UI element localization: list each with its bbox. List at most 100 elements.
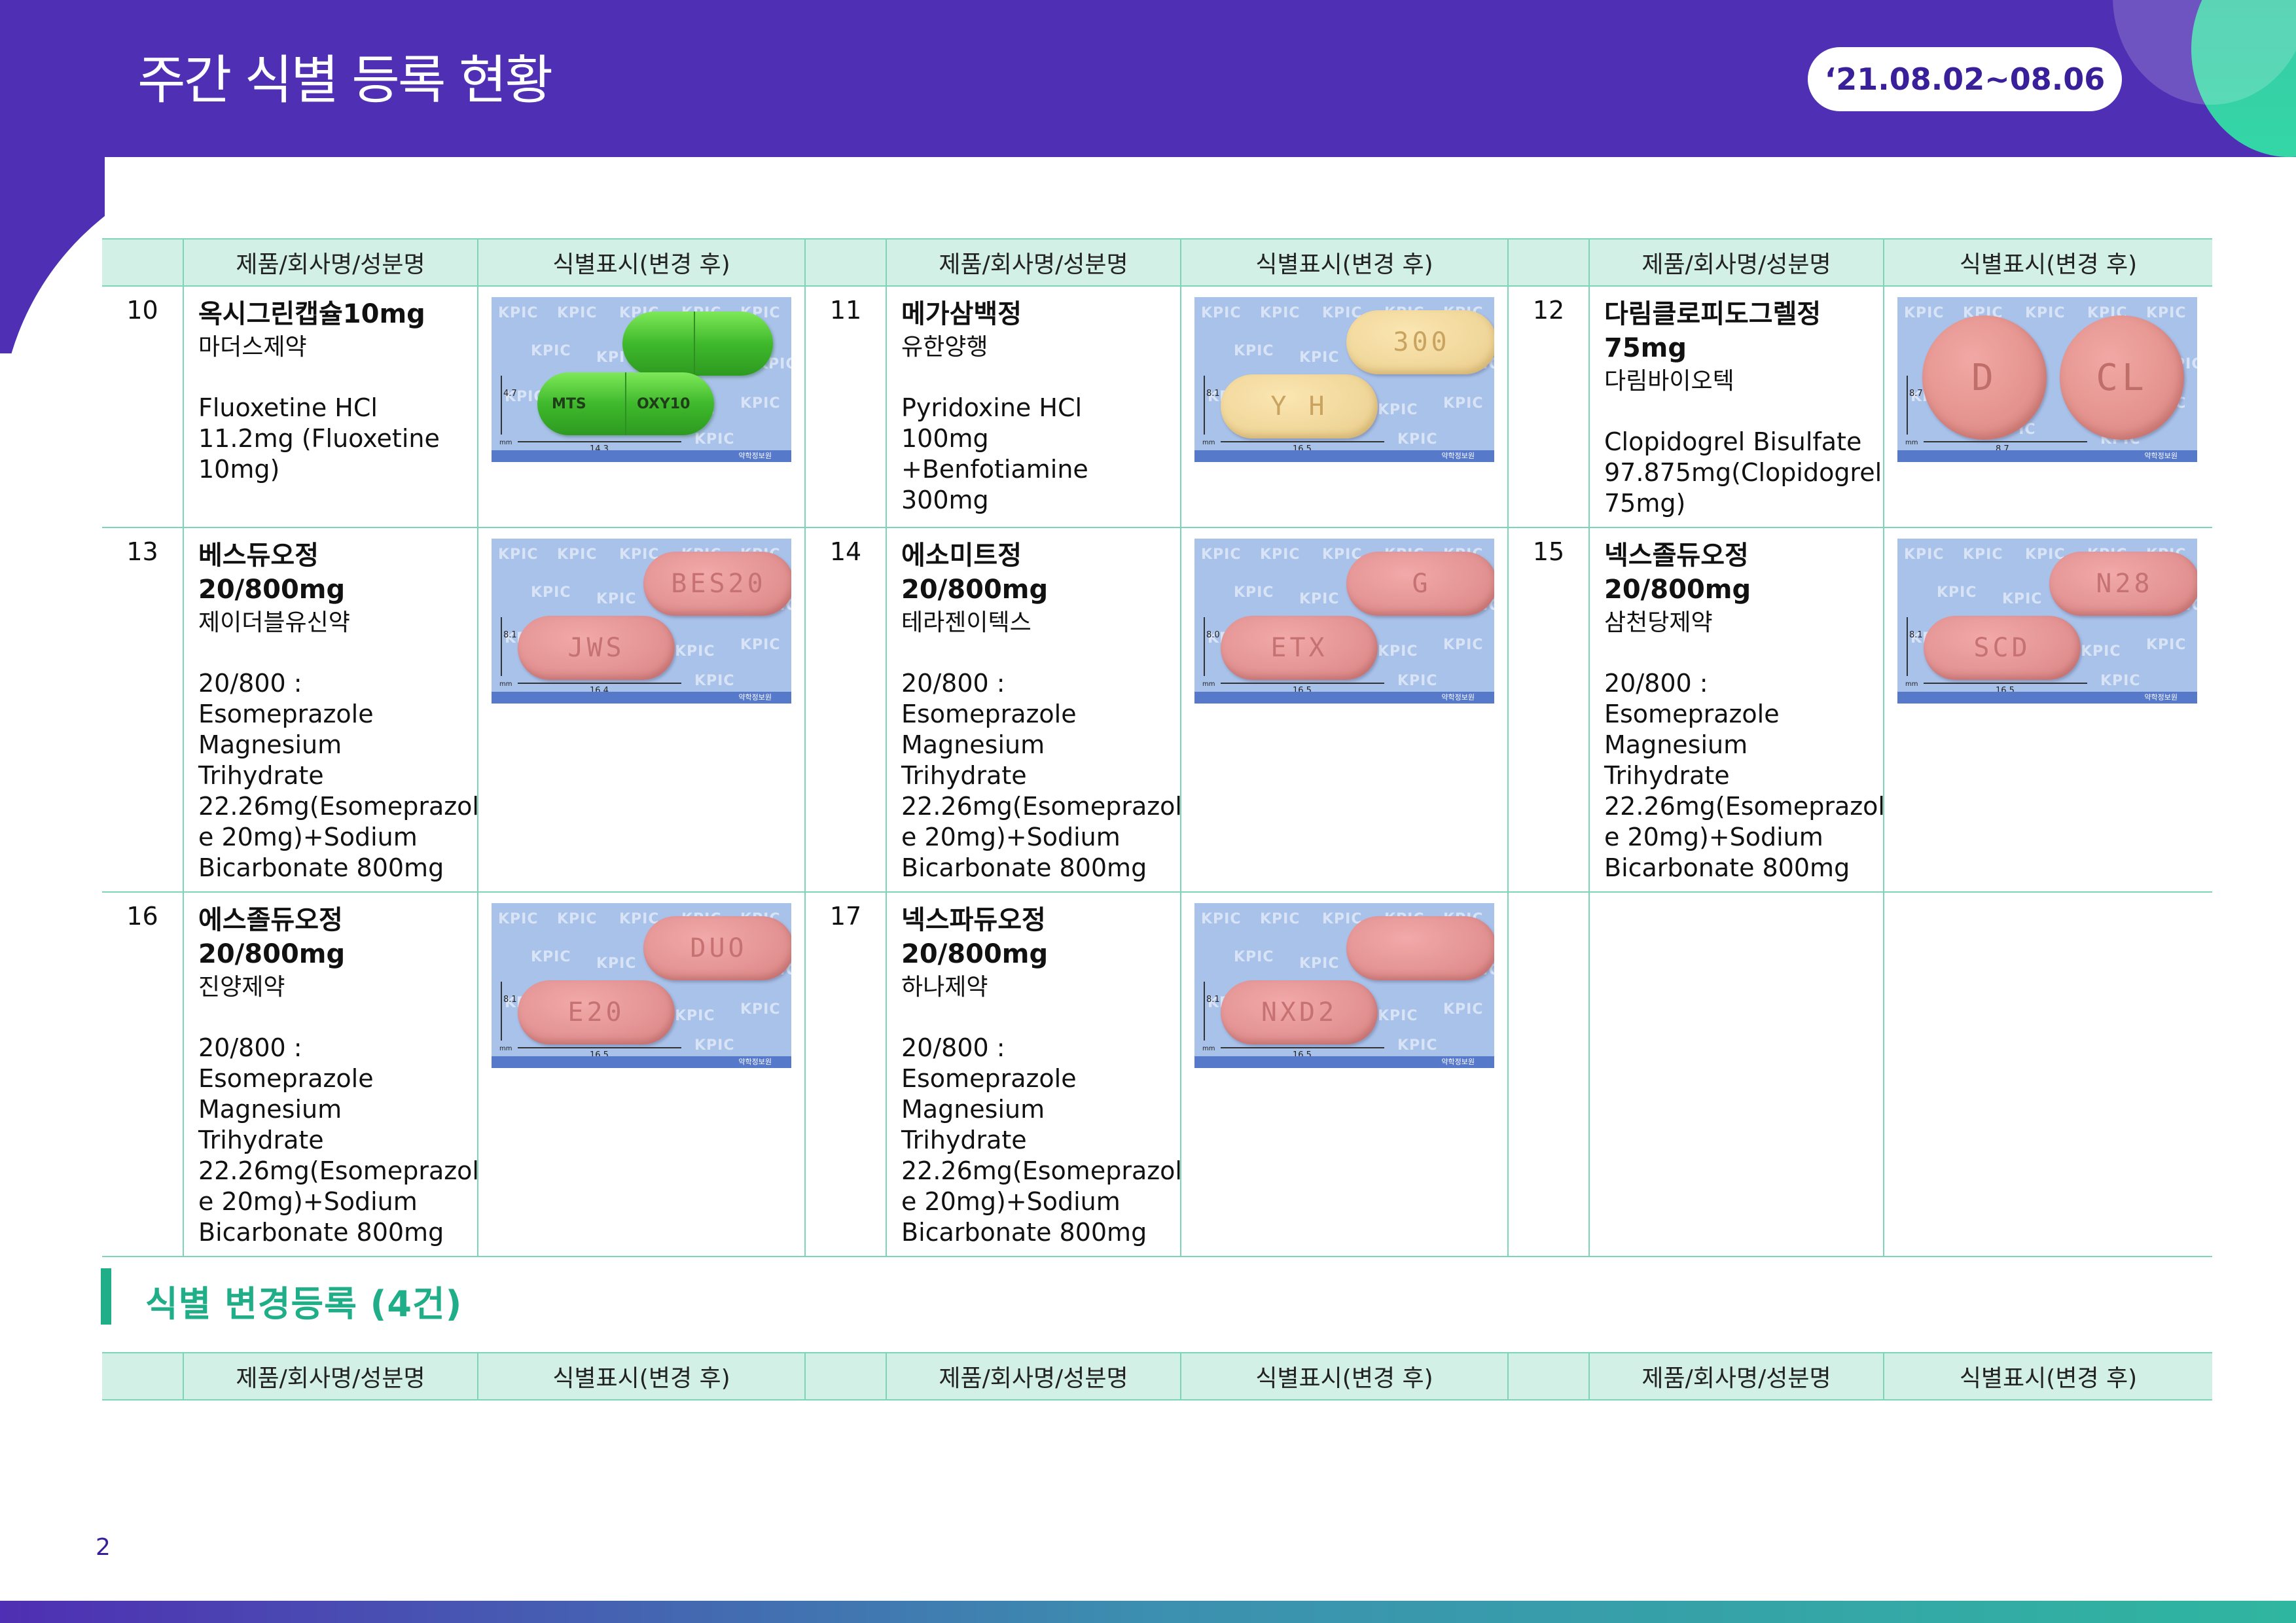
item-number: 15 — [1507, 527, 1590, 893]
ingredient-text: Clopidogrel Bisulfate 97.875mg(Clopidogr… — [1604, 427, 1882, 518]
tablet-back: 300 — [1346, 310, 1494, 374]
pill-image: KPICKPICKPICKPICKPICKPICKPICKPICKPICKPIC… — [492, 297, 791, 462]
watermark-text: KPIC — [675, 1008, 715, 1024]
watermark-text: KPIC — [498, 911, 539, 927]
company-name: 다림바이오텍 — [1604, 368, 1734, 395]
ingredient-text: 20/800 : Esomeprazole Magnesium Trihydra… — [198, 669, 479, 882]
watermark-text: KPIC — [694, 673, 735, 689]
watermark-text: KPIC — [1234, 949, 1274, 965]
watermark-text: KPIC — [557, 911, 598, 927]
scale-vertical-line — [501, 376, 502, 435]
product-info-cell: 옥시그린캡슐10mg 마더스제약 Fluoxetine HCl 11.2mg (Fl… — [183, 285, 478, 528]
scale-height-label: 8.0 — [1206, 630, 1220, 640]
header-marking: 식별표시(변경 후) — [1883, 1352, 2212, 1400]
scale-vertical-line — [501, 617, 502, 676]
scale-unit-label: mm — [499, 1045, 512, 1052]
company-name: 마더스제약 — [198, 334, 307, 361]
pill-image: KPICKPICKPICKPICKPICKPICKPICKPICKPICKPIC… — [1897, 539, 2197, 704]
scale-height-label: 8.1 — [503, 995, 517, 1005]
header-no-cell — [804, 238, 887, 287]
table-row: 10 옥시그린캡슐10mg 마더스제약 Fluoxetine HCl 11.2mg (… — [102, 285, 2212, 528]
page-title: 주간 식별 등록 현황 — [137, 50, 553, 111]
watermark-text: KPIC — [1937, 584, 1977, 601]
header-marking: 식별표시(변경 후) — [477, 238, 806, 287]
capsule-back — [622, 312, 773, 376]
pill-image: KPICKPICKPICKPICKPICKPICKPICKPICKPICKPIC… — [1194, 539, 1494, 704]
company-name: 유한양행 — [901, 334, 988, 361]
tablet-front: SCD — [1924, 616, 2081, 680]
scale-vertical-line — [1907, 376, 1908, 435]
tablet-front: ETX — [1221, 616, 1378, 680]
watermark-text: KPIC — [596, 955, 637, 972]
watermark-text: KPIC — [1378, 1008, 1418, 1024]
product-name: 넥스파듀오정 20/800mg — [901, 905, 1049, 969]
item-number: 12 — [1507, 285, 1590, 528]
scale-horizontal-line — [518, 683, 681, 684]
footer-bar — [0, 1601, 2296, 1623]
product-name: 메가삼백정 — [901, 299, 1022, 329]
marking-image-cell: KPICKPICKPICKPICKPICKPICKPICKPICKPICKPIC… — [1883, 527, 2212, 893]
marking-image-cell: KPICKPICKPICKPICKPICKPICKPICKPICKPICKPIC… — [1180, 891, 1509, 1257]
registration-table: 제품/회사명/성분명 식별표시(변경 후) 제품/회사명/성분명 식별표시(변경… — [102, 238, 2212, 1257]
marking-image-cell: KPICKPICKPICKPICKPICKPICKPICKPICKPICKPIC… — [1180, 527, 1509, 893]
product-info-cell: 에소미트정20/800mg 테라젠이텍스 20/800 : Esomeprazole… — [886, 527, 1182, 893]
image-footer: 약학정보원 — [1897, 692, 2197, 704]
image-source-mark: 약학정보원 — [1441, 1058, 1475, 1066]
product-info-cell: 넥스파듀오정 20/800mg 하나제약 20/800 : Esomeprazole… — [886, 891, 1182, 1257]
tablet-front: E20 — [518, 980, 675, 1044]
company-name: 삼천당제약 — [1604, 609, 1713, 636]
ingredient-text: Fluoxetine HCl 11.2mg (Fluoxetine 10mg) — [198, 393, 440, 484]
scale-unit-label: mm — [1202, 1045, 1215, 1052]
watermark-text: KPIC — [740, 395, 781, 412]
header-no-cell — [1507, 1352, 1590, 1400]
scale-horizontal-line — [1221, 1047, 1384, 1048]
product-info-cell — [1588, 891, 1884, 1257]
company-name: 하나제약 — [901, 974, 988, 1001]
watermark-text: KPIC — [694, 1037, 735, 1054]
product-info-cell: 다림클로피도그렐정 75mg 다림바이오텍 Clopidogrel Bisulfat… — [1588, 285, 1884, 528]
watermark-text: KPIC — [1443, 637, 1484, 653]
marking-image-cell: KPICKPICKPICKPICKPICKPICKPICKPICKPICKPIC… — [477, 527, 806, 893]
scale-horizontal-line — [1924, 683, 2087, 684]
product-info-cell: 넥스졸듀오정 20/800mg 삼천당제약 20/800 : Esomeprazol… — [1588, 527, 1885, 893]
tablet-front: NXD2 — [1221, 980, 1378, 1044]
header-no-cell — [1507, 238, 1590, 287]
scale-horizontal-line — [1221, 441, 1384, 442]
header-no-cell — [102, 238, 184, 287]
watermark-text: KPIC — [1201, 911, 1242, 927]
product-name: 에스졸듀오정 20/800mg — [198, 905, 346, 969]
image-footer: 약학정보원 — [1194, 1056, 1494, 1068]
marking-image-cell — [1883, 891, 2212, 1257]
watermark-text: KPIC — [2146, 305, 2187, 321]
image-footer: 약학정보원 — [492, 1056, 791, 1068]
item-number: 14 — [804, 527, 887, 893]
watermark-text: KPIC — [1904, 305, 1945, 321]
marking-image-cell: KPICKPICKPICKPICKPICKPICKPICKPICKPICKPIC… — [477, 891, 806, 1257]
page-number: 2 — [96, 1534, 111, 1561]
watermark-text: KPIC — [1443, 395, 1484, 412]
watermark-text: KPIC — [1963, 546, 2003, 563]
watermark-text: KPIC — [531, 949, 571, 965]
header-marking: 식별표시(변경 후) — [1180, 1352, 1509, 1400]
scale-height-label: 8.1 — [503, 630, 517, 640]
watermark-text: KPIC — [531, 343, 571, 359]
header-product: 제품/회사명/성분명 — [1588, 1352, 1884, 1400]
tablet-front: Y H — [1221, 374, 1378, 438]
header-marking: 식별표시(변경 후) — [477, 1352, 806, 1400]
section-title: 식별 변경등록 (4건) — [145, 1283, 463, 1325]
tablet-back: DUO — [643, 916, 791, 980]
watermark-text: KPIC — [1234, 584, 1274, 601]
scale-height-label: 8.7 — [1909, 389, 1923, 399]
pill-image: KPICKPICKPICKPICKPICKPICKPICKPICKPICKPIC… — [492, 539, 791, 704]
header-product: 제품/회사명/성분명 — [886, 1352, 1181, 1400]
scale-vertical-line — [1204, 617, 1205, 676]
watermark-text: KPIC — [740, 1001, 781, 1018]
image-source-mark: 약학정보원 — [1441, 452, 1475, 460]
product-info-cell: 베스듀오정20/800mg 제이더블유신약 20/800 : Esomeprazol… — [183, 527, 479, 893]
scale-unit-label: mm — [1202, 439, 1215, 446]
pill-image: KPICKPICKPICKPICKPICKPICKPICKPICKPICKPIC… — [1194, 297, 1494, 462]
watermark-text: KPIC — [557, 305, 598, 321]
product-info-cell: 에스졸듀오정 20/800mg 진양제약 20/800 : Esomeprazole… — [183, 891, 479, 1257]
scale-height-label: 8.1 — [1206, 995, 1220, 1005]
image-source-mark: 약학정보원 — [738, 452, 772, 460]
